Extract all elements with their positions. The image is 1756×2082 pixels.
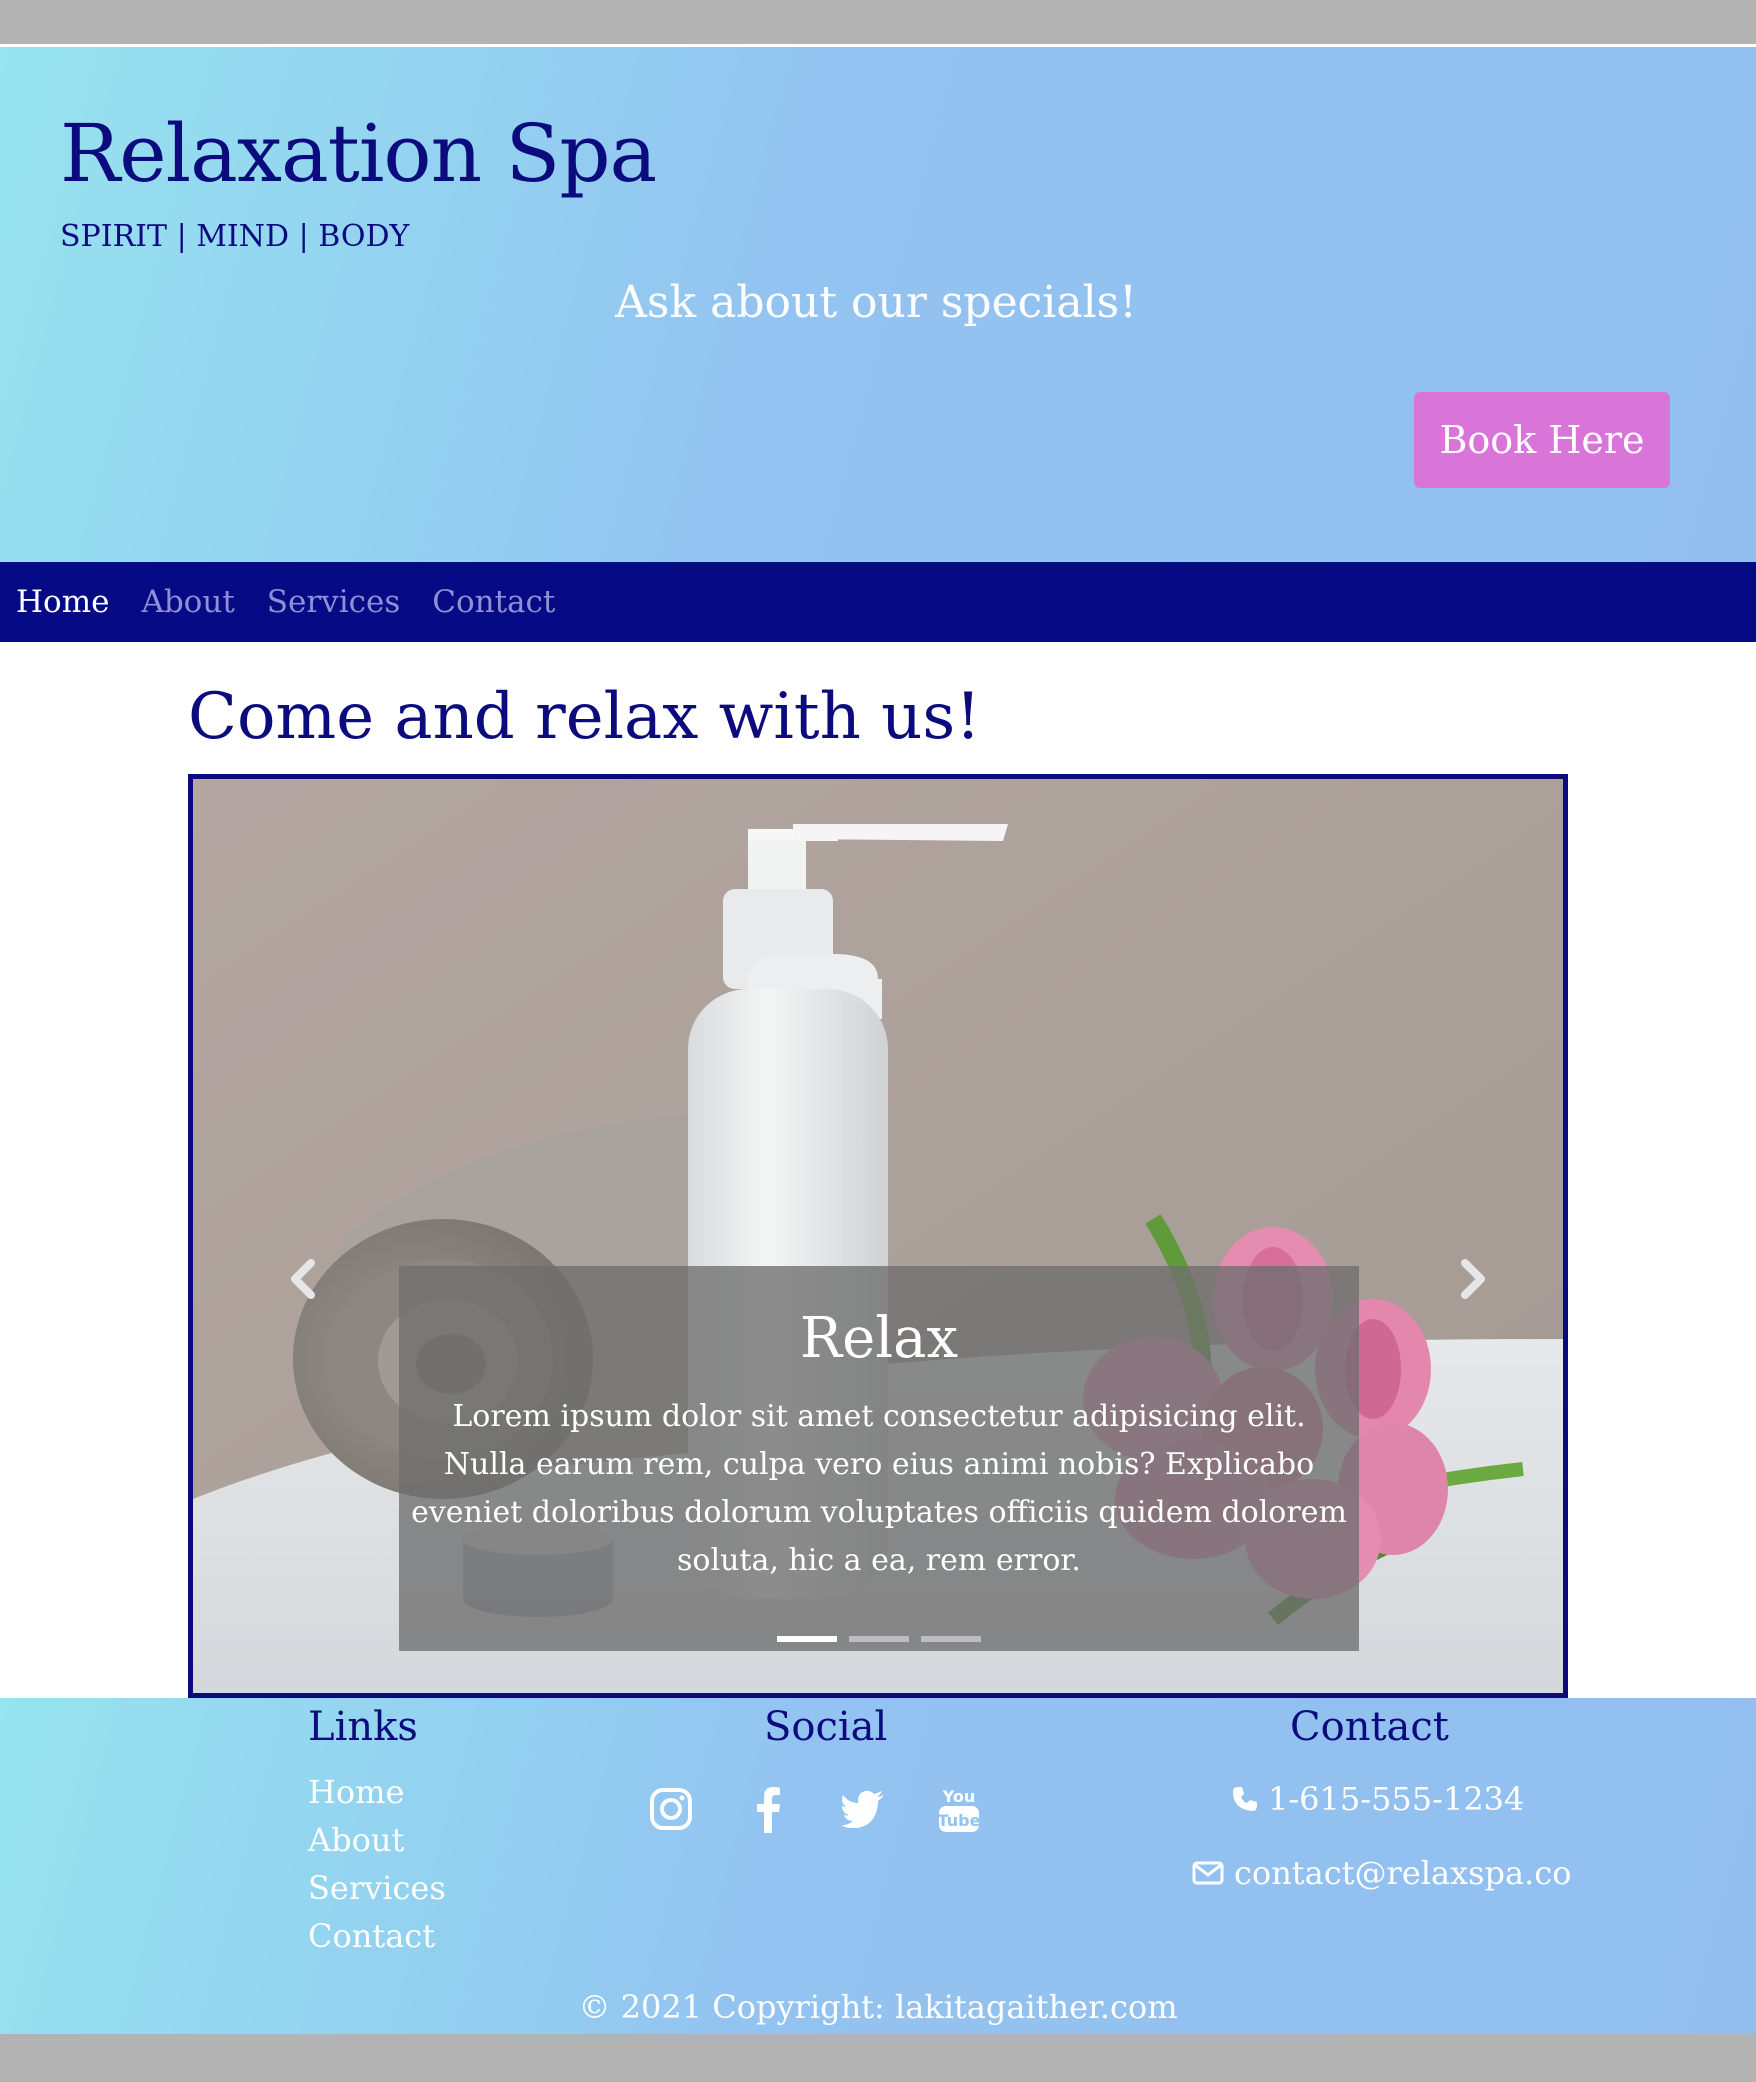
main-content: Come and relax with us! Relax Lorem ipsu… [0,642,1756,1698]
main-navbar: Home About Services Contact [0,562,1756,642]
specials-banner: Ask about our specials! [0,277,1756,328]
chevron-left-icon [291,1259,315,1299]
social-icons: You Tube [648,1784,982,1834]
envelope-icon [1192,1861,1224,1885]
footer-links-heading: Links [308,1704,418,1750]
site-footer: Links Home About Services Contact Social [0,1698,1756,2034]
site-header: Relaxation Spa SPIRIT | MIND | BODY Ask … [0,47,1756,562]
image-carousel[interactable]: Relax Lorem ipsum dolor sit amet consect… [188,774,1568,1698]
site-tagline: SPIRIT | MIND | BODY [60,219,410,254]
browser-top-bar [0,0,1756,44]
caption-text: Lorem ipsum dolor sit amet consectetur a… [411,1399,1347,1578]
contact-email[interactable]: contact@relaxspa.co [1192,1854,1571,1892]
footer-link-services[interactable]: Services [308,1864,446,1912]
chevron-right-icon [1461,1259,1485,1299]
caption-title: Relax [799,1306,959,1371]
carousel-indicators [399,1636,1359,1642]
carousel-indicator-3[interactable] [921,1636,981,1642]
footer-links-list: Home About Services Contact [308,1768,446,1960]
specials-text: Ask about our specials! [615,277,1137,328]
footer-link-home[interactable]: Home [308,1768,446,1816]
svg-text:Tube: Tube [938,1811,980,1830]
nav-item-services[interactable]: Services [267,584,400,620]
contact-phone-text: 1-615-555-1234 [1268,1780,1525,1818]
contact-email-text: contact@relaxspa.co [1234,1854,1572,1892]
youtube-icon[interactable]: You Tube [936,1784,982,1834]
nav-item-about[interactable]: About [141,584,234,620]
site-title: Relaxation Spa [60,107,657,200]
carousel-indicator-2[interactable] [849,1636,909,1642]
contact-phone[interactable]: 1-615-555-1234 [1232,1780,1524,1818]
carousel-prev-button[interactable] [273,1249,333,1309]
phone-icon [1233,1787,1257,1811]
book-here-button[interactable]: Book Here [1414,392,1670,488]
footer-social-heading: Social [764,1704,888,1750]
svg-text:You: You [942,1787,976,1806]
carousel-indicator-1[interactable] [777,1636,837,1642]
copyright-text: © 2021 Copyright: lakitagaither.com [578,1988,1178,2026]
nav-item-home[interactable]: Home [16,584,109,620]
page-heading: Come and relax with us! [188,680,981,754]
footer-contact-heading: Contact [1290,1704,1449,1750]
footer-link-contact[interactable]: Contact [308,1912,446,1960]
facebook-icon[interactable] [744,1784,790,1834]
carousel-next-button[interactable] [1443,1249,1503,1309]
browser-bottom-bar [0,2034,1756,2082]
carousel-caption: Relax Lorem ipsum dolor sit amet consect… [399,1266,1359,1651]
nav-item-contact[interactable]: Contact [432,584,555,620]
instagram-icon[interactable] [648,1784,694,1834]
twitter-icon[interactable] [840,1784,886,1834]
footer-link-about[interactable]: About [308,1816,446,1864]
